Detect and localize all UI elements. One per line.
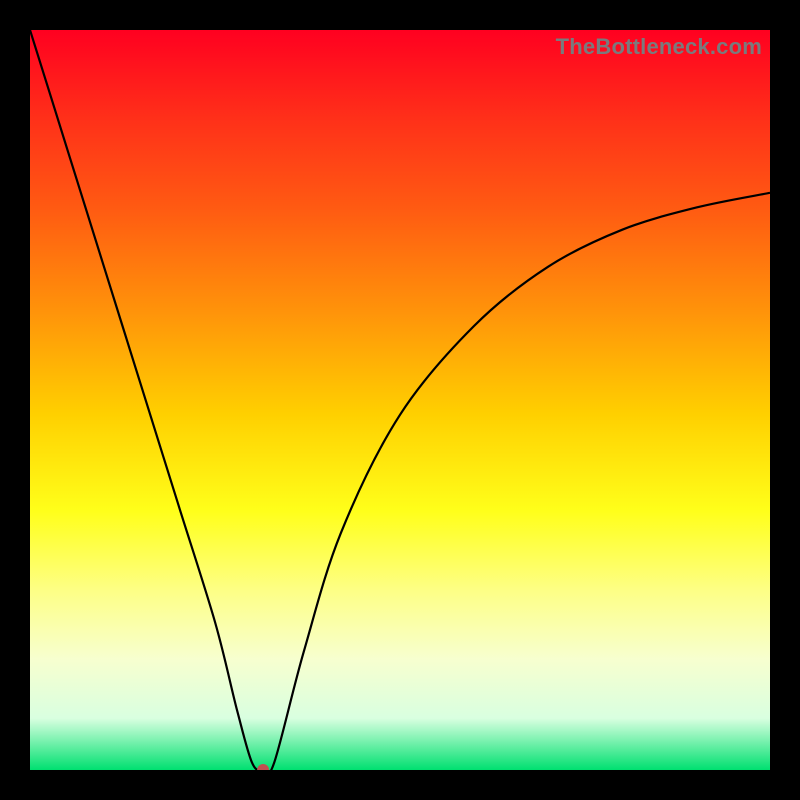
plot-area: TheBottleneck.com <box>30 30 770 770</box>
bottleneck-curve <box>30 30 770 770</box>
minimum-marker <box>257 764 269 770</box>
chart-frame: TheBottleneck.com <box>0 0 800 800</box>
curve-svg <box>30 30 770 770</box>
